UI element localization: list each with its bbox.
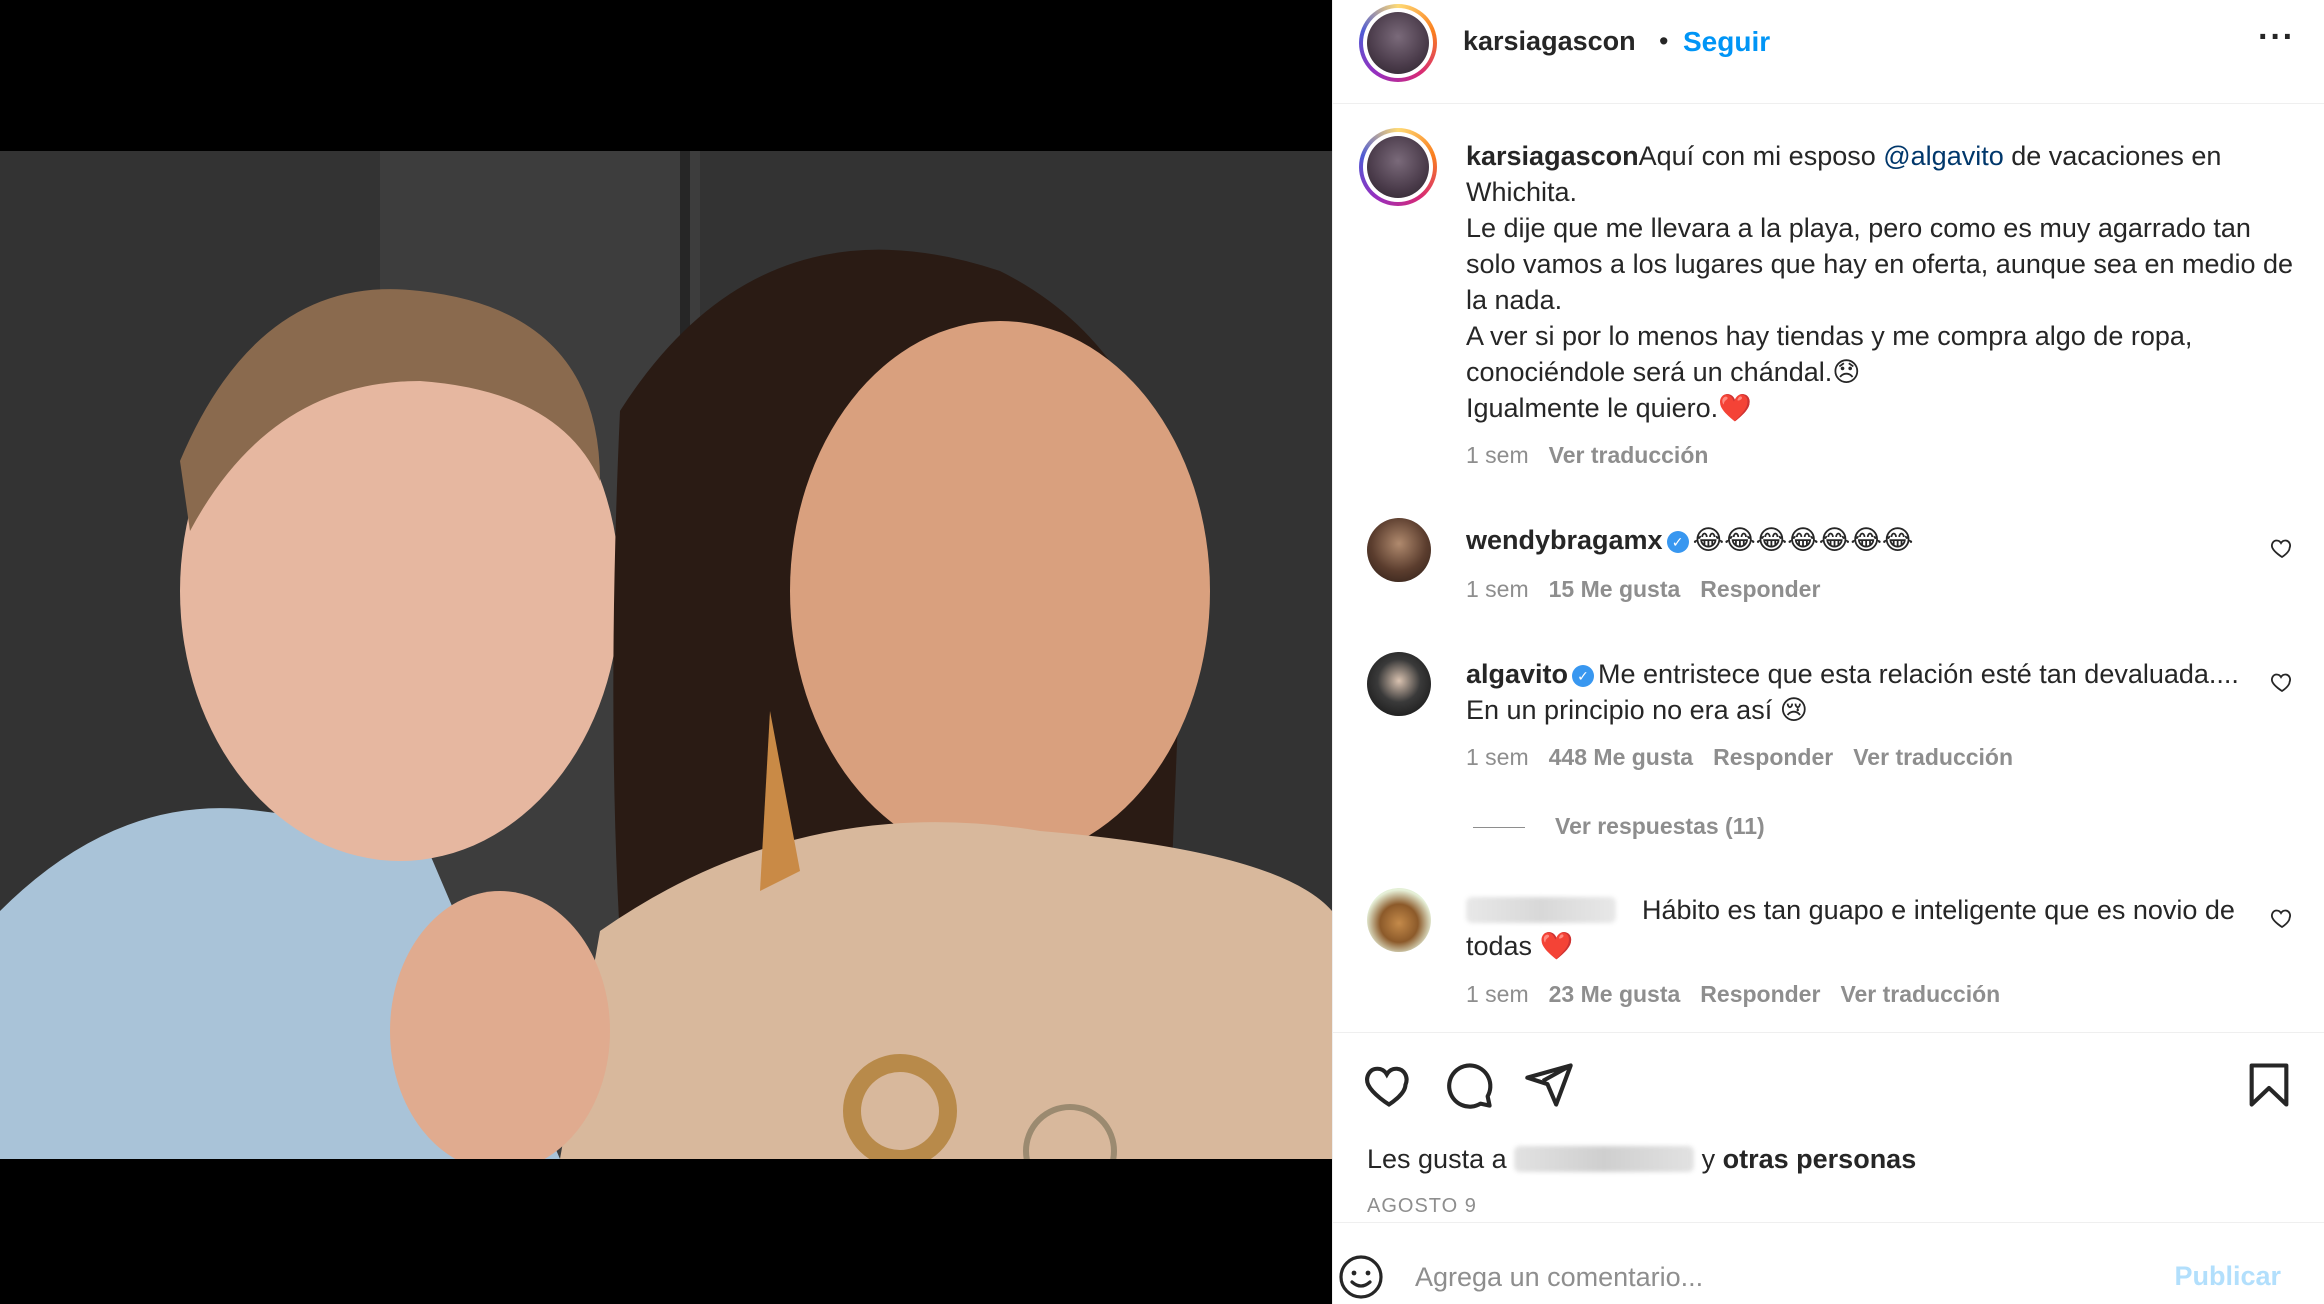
follow-button[interactable]: Seguir <box>1683 26 1770 58</box>
caption-mention-link[interactable]: @algavito <box>1883 141 2003 171</box>
verified-icon: ✓ <box>1572 665 1595 687</box>
view-replies-button[interactable]: Ver respuestas (11) <box>1555 813 1765 840</box>
comment-avatar[interactable] <box>1367 518 1431 582</box>
comment-meta: 1 sem 448 Me gusta Responder Ver traducción <box>1466 744 2013 771</box>
likes-conjunction: y <box>1694 1144 1723 1174</box>
comment-text: 😂😂😂😂😂😂😂 <box>1692 525 1914 555</box>
emoji-icon[interactable] <box>1337 1253 1385 1301</box>
comment-translate-button[interactable]: Ver traducción <box>1840 981 2000 1007</box>
comment-avatar[interactable] <box>1367 888 1431 952</box>
caption-username[interactable]: karsiagascon <box>1466 141 1639 171</box>
comment-input[interactable] <box>1415 1257 2115 1297</box>
likes-prefix: Les gusta a <box>1367 1144 1507 1174</box>
photo-illustration <box>0 151 1332 1159</box>
caption-avatar[interactable] <box>1359 128 1437 206</box>
comment-time[interactable]: 1 sem <box>1466 744 1529 770</box>
comment-icon[interactable] <box>1443 1059 1495 1111</box>
comment-avatar[interactable] <box>1367 652 1431 716</box>
comment-meta: 1 sem 15 Me gusta Responder <box>1466 576 1820 603</box>
comment-time[interactable]: 1 sem <box>1466 576 1529 602</box>
separator-dot: • <box>1659 26 1669 56</box>
comment-reply-button[interactable]: Responder <box>1700 576 1820 602</box>
comment-like-icon[interactable] <box>2270 906 2294 930</box>
add-comment-bar: Publicar <box>1333 1222 2324 1304</box>
caption-line: Le dije que me llevara a la playa, pero … <box>1466 213 2294 315</box>
post-actions: Les gusta a y otras personas AGOSTO 9 <box>1333 1032 2324 1222</box>
author-username[interactable]: karsiagascon <box>1463 26 1636 57</box>
comment-likes-count[interactable]: 23 Me gusta <box>1549 981 1681 1007</box>
post-date[interactable]: AGOSTO 9 <box>1367 1195 1477 1218</box>
caption-translate-button[interactable]: Ver traducción <box>1549 442 1709 468</box>
comment-likes-count[interactable]: 15 Me gusta <box>1549 576 1681 602</box>
post-caption: karsiagasconAquí con mi esposo @algavito… <box>1466 138 2306 426</box>
share-icon[interactable] <box>1523 1059 1575 1111</box>
comment-username-redacted[interactable] <box>1466 897 1616 923</box>
likes-summary: Les gusta a y otras personas <box>1367 1144 1916 1175</box>
comment-username[interactable]: wendybragamx <box>1466 525 1663 555</box>
verified-icon: ✓ <box>1666 531 1689 553</box>
caption-line: A ver si por lo menos hay tiendas y me c… <box>1466 321 2193 387</box>
bookmark-icon[interactable] <box>2243 1059 2295 1111</box>
caption-line: Igualmente le quiero.❤️ <box>1466 393 1752 423</box>
comment-like-icon[interactable] <box>2270 536 2294 560</box>
post-media[interactable] <box>0 0 1332 1304</box>
comment-item: algavito ✓ Me entristece que esta relación… <box>1466 656 2266 728</box>
comment-reply-button[interactable]: Responder <box>1700 981 1820 1007</box>
comment-likes-count[interactable]: 448 Me gusta <box>1549 744 1693 770</box>
comment-reply-button[interactable]: Responder <box>1713 744 1833 770</box>
comment-time[interactable]: 1 sem <box>1466 981 1529 1007</box>
comment-like-icon[interactable] <box>2270 670 2294 694</box>
heart-icon[interactable] <box>1363 1059 1415 1111</box>
comment-translate-button[interactable]: Ver traducción <box>1853 744 2013 770</box>
liker-username-redacted[interactable] <box>1514 1146 1695 1172</box>
replies-divider <box>1473 827 1525 828</box>
post-side-panel: karsiagascon • Seguir ··· karsiagasconAq… <box>1332 0 2324 1304</box>
author-avatar[interactable] <box>1359 4 1437 82</box>
publish-button[interactable]: Publicar <box>2174 1261 2281 1292</box>
more-icon[interactable]: ··· <box>2258 18 2295 57</box>
post-header: karsiagascon • Seguir ··· <box>1333 0 2324 104</box>
caption-text-intro: Aquí con mi esposo <box>1638 141 1884 171</box>
comment-username[interactable]: algavito <box>1466 659 1568 689</box>
post-photo[interactable] <box>0 151 1332 1159</box>
likes-others-link[interactable]: otras personas <box>1723 1144 1917 1174</box>
caption-meta: 1 sem Ver traducción <box>1466 442 1708 469</box>
comment-item: wendybragamx ✓ 😂😂😂😂😂😂😂 <box>1466 522 2266 558</box>
comment-meta: 1 sem 23 Me gusta Responder Ver traducción <box>1466 981 2000 1008</box>
comment-item: Hábito es tan guapo e inteligente que es… <box>1466 892 2266 964</box>
caption-time[interactable]: 1 sem <box>1466 442 1529 468</box>
